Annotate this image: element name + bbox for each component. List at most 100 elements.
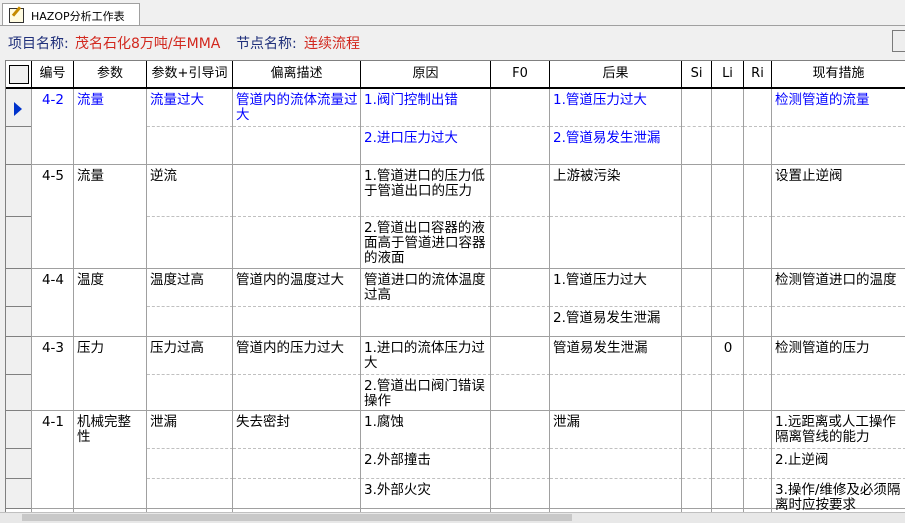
sub-row-divider [147,478,233,479]
row-selector[interactable] [6,165,32,217]
column-header-3[interactable]: 参数+引导词 [147,61,233,89]
tab-bar: HAZOP分析工作表 [0,0,905,26]
tab-label: HAZOP分析工作表 [31,10,125,23]
table-cell-guide[interactable]: 逆流 [150,169,230,184]
table-cell-conseq[interactable]: 泄漏 [553,415,679,430]
table-cell-measures[interactable]: 检测管道的压力 [775,341,903,356]
row-selector[interactable] [6,217,32,269]
project-name-value: 茂名石化8万吨/年MMA [75,36,221,52]
table-cell-conseq[interactable]: 1.管道压力过大 [553,93,679,108]
column-header-5[interactable]: 原因 [361,61,491,89]
column-header-8[interactable]: Si [682,61,712,89]
table-cell-measures[interactable]: 1.远距离或人工操作隔离管线的能力 [775,415,903,445]
sub-row-divider [550,448,682,449]
table-cell-param[interactable]: 机械完整性 [77,415,144,445]
column-header-6[interactable]: F0 [491,61,550,89]
table-cell-causes[interactable]: 2.外部撞击 [364,453,488,468]
sub-row-divider [550,478,682,479]
tab-hazop-worksheet[interactable]: HAZOP分析工作表 [2,3,140,26]
column-divider [490,89,491,513]
table-cell-measures[interactable]: 检测管道的流量 [775,93,903,108]
sub-row-divider [772,216,905,217]
column-header-2[interactable]: 参数 [74,61,147,89]
table-cell-guide[interactable]: 流量过大 [150,93,230,108]
horizontal-scrollbar[interactable] [0,512,905,523]
table-cell-measures[interactable]: 检测管道进口的温度 [775,273,903,288]
sub-row-divider [361,374,491,375]
select-all-corner[interactable] [9,65,29,84]
row-selector[interactable] [6,127,32,165]
column-header-11[interactable]: 现有措施 [772,61,905,89]
table-cell-dev[interactable]: 管道内的温度过大 [236,273,358,288]
sub-row-divider [772,126,905,127]
row-selector[interactable] [6,337,32,375]
table-cell-param[interactable]: 温度 [77,273,144,288]
column-divider [549,89,550,513]
table-cell-dev[interactable]: 管道内的压力过大 [236,341,358,356]
column-header-7[interactable]: 后果 [550,61,682,89]
sub-row-divider [772,448,905,449]
table-cell-measures[interactable]: 设置止逆阀 [775,169,903,184]
sub-row-divider [772,306,905,307]
sub-row-divider [361,216,491,217]
sub-row-divider [550,216,682,217]
sub-row-divider [712,306,744,307]
table-cell-id[interactable]: 4-1 [35,415,71,430]
table-cell-conseq[interactable]: 2.管道易发生泄漏 [553,131,679,146]
scrollbar-thumb[interactable] [22,514,572,521]
sub-row-divider [491,306,550,307]
sub-row-divider [361,306,491,307]
sub-row-divider [744,478,772,479]
row-selector[interactable] [6,307,32,337]
info-button[interactable] [892,30,905,52]
table-cell-li[interactable]: 0 [715,341,741,356]
node-name-value: 连续流程 [304,36,360,52]
table-cell-causes[interactable]: 1.阀门控制出错 [364,93,488,108]
table-cell-dev[interactable]: 失去密封 [236,415,358,430]
table-cell-causes[interactable]: 2.管道出口容器的液面高于管道进口容器的液面 [364,221,488,266]
table-cell-param[interactable]: 流量 [77,169,144,184]
table-cell-conseq[interactable]: 管道易发生泄漏 [553,341,679,356]
table-cell-measures[interactable]: 2.止逆阀 [775,453,903,468]
sub-row-divider [361,448,491,449]
column-header-9[interactable]: Li [712,61,744,89]
table-cell-param[interactable]: 流量 [77,93,144,108]
table-cell-id[interactable]: 4-5 [35,169,71,184]
row-selector[interactable] [6,269,32,307]
sub-row-divider [682,448,712,449]
table-cell-causes[interactable]: 1.管道进口的压力低于管道出口的压力 [364,169,488,199]
table-cell-guide[interactable]: 泄漏 [150,415,230,430]
sub-row-divider [682,126,712,127]
column-header-4[interactable]: 偏离描述 [233,61,361,89]
column-divider [360,89,361,513]
table-cell-causes[interactable]: 3.外部火灾 [364,483,488,498]
table-cell-causes[interactable]: 2.进口压力过大 [364,131,488,146]
row-selector[interactable] [6,479,32,509]
table-cell-param[interactable]: 压力 [77,341,144,356]
table-cell-id[interactable]: 4-4 [35,273,71,288]
column-header-1[interactable]: 编号 [32,61,74,89]
table-cell-causes[interactable]: 2.管道出口阀门错误操作 [364,379,488,409]
table-cell-dev[interactable]: 管道内的流体流量过大 [236,93,358,123]
sub-row-divider [744,216,772,217]
table-cell-id[interactable]: 4-3 [35,341,71,356]
table-cell-guide[interactable]: 温度过高 [150,273,230,288]
table-cell-causes[interactable]: 1.进口的流体压力过大 [364,341,488,371]
table-cell-causes[interactable]: 1.腐蚀 [364,415,488,430]
row-divider [32,336,905,337]
table-cell-guide[interactable]: 压力过高 [150,341,230,356]
table-cell-conseq[interactable]: 上游被污染 [553,169,679,184]
table-cell-conseq[interactable]: 1.管道压力过大 [553,273,679,288]
row-selector[interactable] [6,375,32,411]
sub-row-divider [712,478,744,479]
row-selector[interactable] [6,411,32,449]
sub-row-divider [712,448,744,449]
table-cell-causes[interactable]: 管道进口的流体温度过高 [364,273,488,303]
sub-row-divider [491,478,550,479]
table-cell-measures[interactable]: 3.操作/维修及必须隔离时应按要求 [775,483,903,513]
column-header-10[interactable]: Ri [744,61,772,89]
row-selector[interactable] [6,449,32,479]
table-cell-conseq[interactable]: 2.管道易发生泄漏 [553,311,679,326]
table-cell-id[interactable]: 4-2 [35,93,71,108]
sub-row-divider [147,126,233,127]
